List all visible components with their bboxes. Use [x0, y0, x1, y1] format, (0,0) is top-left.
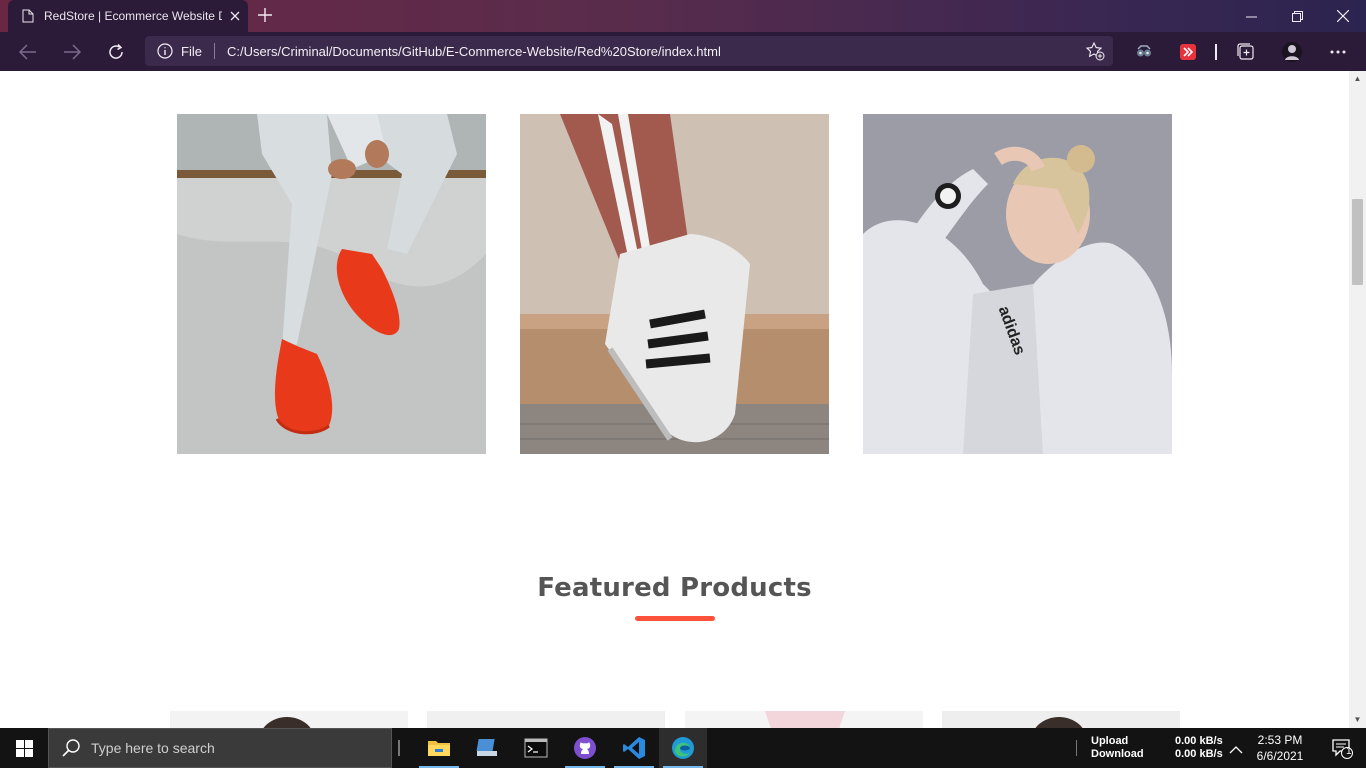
scroll-thumb[interactable] — [1352, 199, 1363, 285]
download-value: 0.00 kB/s — [1175, 748, 1223, 760]
url-text[interactable]: C:/Users/Criminal/Documents/GitHub/E-Com… — [227, 44, 1085, 59]
edge-icon[interactable] — [659, 728, 707, 768]
toolbar-divider — [1215, 44, 1217, 60]
chevron-up-icon[interactable] — [1229, 742, 1243, 756]
window-close-icon[interactable] — [1320, 0, 1366, 32]
tab-title: RedStore | Ecommerce Website D — [44, 9, 222, 23]
more-icon[interactable] — [1326, 40, 1350, 64]
browser-tab[interactable]: RedStore | Ecommerce Website D — [8, 0, 248, 32]
notification-icon[interactable]: 1 — [1318, 728, 1366, 768]
network-values: 0.00 kB/s 0.00 kB/s — [1175, 735, 1223, 761]
product-card[interactable] — [685, 711, 923, 728]
scroll-down-icon[interactable]: ▼ — [1353, 715, 1362, 724]
scroll-up-icon[interactable]: ▲ — [1353, 74, 1362, 83]
terminal-icon[interactable] — [463, 728, 511, 768]
info-icon[interactable] — [157, 43, 173, 59]
category-image-sneakers[interactable] — [177, 114, 486, 454]
system-clock[interactable]: 2:53 PM 6/6/2021 — [1252, 732, 1308, 764]
search-placeholder: Type here to search — [91, 740, 215, 756]
collections-icon[interactable] — [1234, 40, 1258, 64]
task-view-handle — [398, 740, 400, 756]
download-label: Download — [1091, 748, 1144, 760]
back-icon[interactable] — [12, 36, 44, 68]
product-card[interactable] — [170, 711, 408, 728]
forward-icon[interactable] — [56, 36, 88, 68]
minimize-icon[interactable] — [1228, 0, 1274, 32]
network-labels: Upload Download — [1091, 735, 1144, 761]
category-image-track-pants[interactable] — [520, 114, 829, 454]
extension-icon[interactable] — [1176, 40, 1200, 64]
address-separator — [213, 43, 215, 59]
upload-value: 0.00 kB/s — [1175, 735, 1223, 747]
notification-count: 1 — [1346, 746, 1352, 757]
vscode-icon[interactable] — [610, 728, 658, 768]
search-icon — [62, 739, 80, 757]
browser-title-bar: RedStore | Ecommerce Website D — [0, 0, 1366, 32]
clock-date: 6/6/2021 — [1256, 749, 1304, 763]
page-viewport: adidas Featured Products — [0, 71, 1349, 728]
profile-icon[interactable] — [1280, 40, 1304, 64]
category-image-hoodie[interactable]: adidas — [863, 114, 1172, 454]
featured-products-title: Featured Products — [537, 573, 812, 603]
windows-icon[interactable] — [0, 728, 48, 768]
restore-icon[interactable] — [1274, 0, 1320, 32]
close-icon[interactable] — [222, 3, 248, 29]
upload-label: Upload — [1091, 735, 1129, 747]
product-card[interactable] — [942, 711, 1180, 728]
address-bar[interactable]: File C:/Users/Criminal/Documents/GitHub/… — [145, 36, 1113, 66]
page-scrollbar[interactable]: ▲ ▼ — [1349, 71, 1366, 728]
title-underline — [635, 616, 715, 621]
refresh-icon[interactable] — [100, 36, 132, 68]
plus-icon[interactable] — [254, 4, 276, 26]
browser-toolbar: File C:/Users/Criminal/Documents/GitHub/… — [0, 32, 1366, 71]
tray-separator — [1076, 740, 1078, 756]
favorite-add-icon[interactable] — [1085, 41, 1105, 61]
github-icon[interactable] — [561, 728, 609, 768]
product-card[interactable] — [427, 711, 665, 728]
extension-icon[interactable] — [1132, 40, 1156, 64]
terminal-icon[interactable] — [512, 728, 560, 768]
address-scheme-label: File — [181, 43, 202, 59]
taskbar-search-box[interactable]: Type here to search — [48, 728, 392, 768]
page-icon — [22, 9, 34, 23]
clock-time: 2:53 PM — [1257, 733, 1303, 747]
file-explorer-icon[interactable] — [415, 728, 463, 768]
windows-taskbar: Type here to search Upload Download 0.00… — [0, 728, 1366, 768]
